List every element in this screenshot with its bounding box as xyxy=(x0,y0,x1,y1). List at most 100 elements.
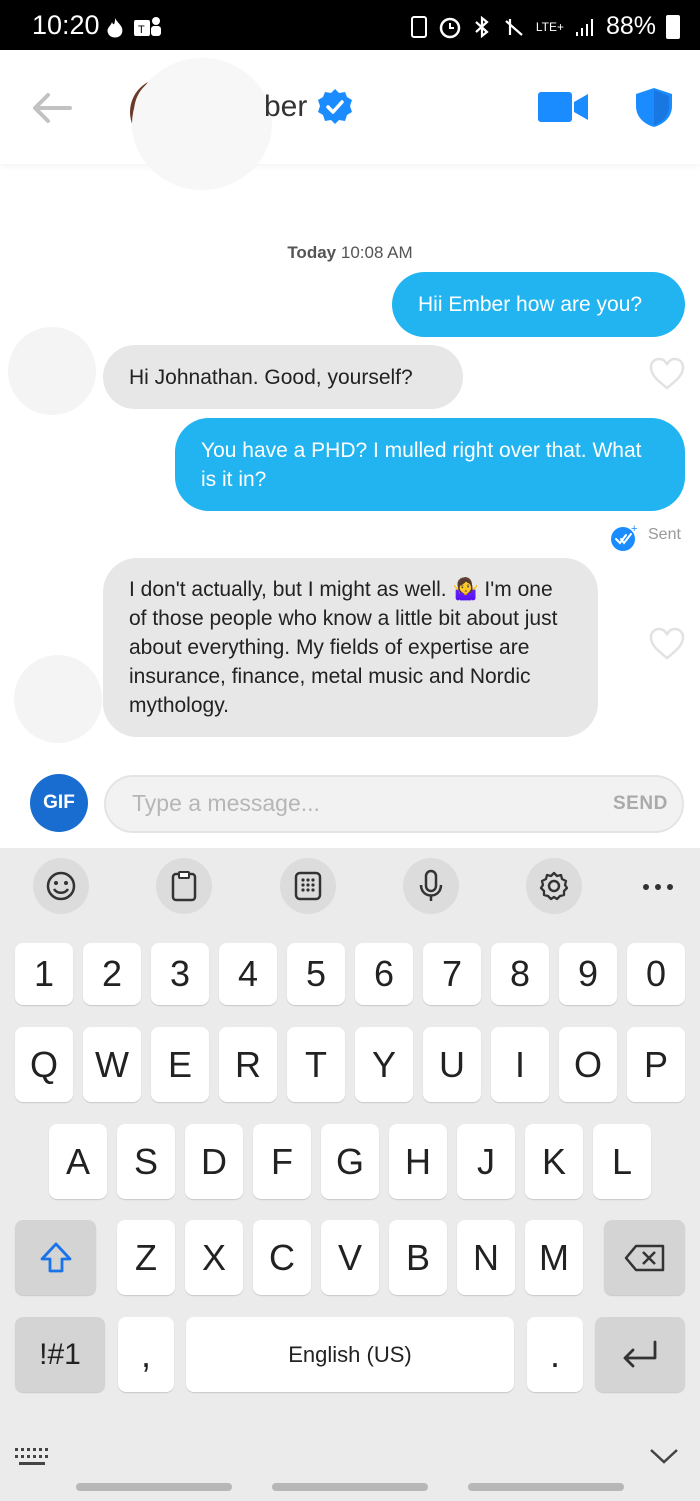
message-text: Hii Ember how are you? xyxy=(418,293,643,316)
timestamp-date: Today xyxy=(287,243,337,262)
verified-badge-icon xyxy=(318,89,352,124)
like-heart-icon[interactable] xyxy=(649,357,685,391)
signal-icon xyxy=(575,18,593,36)
gif-button[interactable]: GIF xyxy=(30,774,88,832)
message-placeholder: Type a message... xyxy=(132,790,320,816)
recycle-icon xyxy=(410,15,427,38)
nav-bar-segment xyxy=(468,1483,624,1491)
svg-text:T: T xyxy=(138,24,145,36)
period-key[interactable]: . xyxy=(527,1317,583,1392)
letter-key-b[interactable]: B xyxy=(389,1220,447,1295)
avatar[interactable] xyxy=(132,58,272,190)
letter-key-u[interactable]: U xyxy=(423,1027,481,1102)
letter-key-x[interactable]: X xyxy=(185,1220,243,1295)
teams-icon: T xyxy=(134,17,161,36)
keypad-icon xyxy=(294,871,322,901)
number-key-6[interactable]: 6 xyxy=(355,943,413,1005)
status-bar: 10:20 T LTE+ 88% xyxy=(0,0,700,50)
letter-key-o[interactable]: O xyxy=(559,1027,617,1102)
keyboard-settings-button[interactable] xyxy=(526,858,582,914)
symbols-key[interactable]: !#1 xyxy=(15,1317,105,1392)
battery-percent: 88% xyxy=(605,12,656,40)
timestamp-time: 10:08 AM xyxy=(340,243,413,262)
backspace-icon xyxy=(624,1244,664,1271)
keypad-button[interactable] xyxy=(280,858,336,914)
letter-key-m[interactable]: M xyxy=(525,1220,583,1295)
video-call-icon[interactable] xyxy=(538,90,590,124)
letter-key-f[interactable]: F xyxy=(253,1124,311,1199)
network-type: LTE+ xyxy=(535,19,564,34)
letter-key-a[interactable]: A xyxy=(49,1124,107,1199)
letter-key-t[interactable]: T xyxy=(287,1027,345,1102)
space-bar[interactable]: English (US) xyxy=(186,1317,514,1392)
message-text: You have a PHD? I mulled right over that… xyxy=(201,438,642,491)
sent-check-icon: + xyxy=(611,524,637,551)
back-arrow-icon[interactable] xyxy=(30,90,74,126)
letter-key-p[interactable]: P xyxy=(627,1027,685,1102)
message-outgoing[interactable]: You have a PHD? I mulled right over that… xyxy=(175,418,685,511)
enter-icon xyxy=(623,1340,657,1367)
letter-key-s[interactable]: S xyxy=(117,1124,175,1199)
number-key-7[interactable]: 7 xyxy=(423,943,481,1005)
sent-status: Sent xyxy=(648,526,681,543)
number-key-1[interactable]: 1 xyxy=(15,943,73,1005)
letter-key-n[interactable]: N xyxy=(457,1220,515,1295)
battery-icon xyxy=(666,14,680,39)
letter-key-d[interactable]: D xyxy=(185,1124,243,1199)
number-key-3[interactable]: 3 xyxy=(151,943,209,1005)
sender-avatar[interactable] xyxy=(14,655,102,743)
letter-key-g[interactable]: G xyxy=(321,1124,379,1199)
status-time: 10:20 xyxy=(32,10,100,40)
more-icon xyxy=(643,884,673,890)
letter-key-z[interactable]: Z xyxy=(117,1220,175,1295)
number-key-2[interactable]: 2 xyxy=(83,943,141,1005)
letter-key-l[interactable]: L xyxy=(593,1124,651,1199)
comma-key[interactable]: , xyxy=(118,1317,174,1392)
backspace-key[interactable] xyxy=(604,1220,685,1295)
letter-key-q[interactable]: Q xyxy=(15,1027,73,1102)
send-button[interactable]: SEND xyxy=(613,793,668,815)
settings-icon xyxy=(539,871,569,901)
shift-key[interactable] xyxy=(15,1220,96,1295)
sender-avatar[interactable] xyxy=(8,327,96,415)
number-key-4[interactable]: 4 xyxy=(219,943,277,1005)
vibrate-icon xyxy=(505,18,523,36)
clipboard-button[interactable] xyxy=(156,858,212,914)
enter-key[interactable] xyxy=(595,1317,685,1392)
chat-header: ber xyxy=(0,50,700,190)
letter-key-w[interactable]: W xyxy=(83,1027,141,1102)
message-text: I don't actually, but I might as well. 🤷… xyxy=(129,578,558,717)
message-outgoing[interactable]: Hii Ember how are you? xyxy=(392,272,685,337)
letter-key-j[interactable]: J xyxy=(457,1124,515,1199)
match-name[interactable]: ber xyxy=(264,90,307,124)
letter-key-v[interactable]: V xyxy=(321,1220,379,1295)
number-key-9[interactable]: 9 xyxy=(559,943,617,1005)
letter-key-i[interactable]: I xyxy=(491,1027,549,1102)
shift-arrow-icon xyxy=(40,1242,71,1272)
voice-input-button[interactable] xyxy=(403,858,459,914)
flame-icon xyxy=(107,18,123,38)
more-options-button[interactable] xyxy=(640,872,676,907)
emoji-button[interactable] xyxy=(33,858,89,914)
chevron-down-icon[interactable] xyxy=(648,1446,680,1466)
number-key-0[interactable]: 0 xyxy=(627,943,685,1005)
like-heart-icon[interactable] xyxy=(649,627,685,661)
letter-key-r[interactable]: R xyxy=(219,1027,277,1102)
letter-key-c[interactable]: C xyxy=(253,1220,311,1295)
safety-shield-icon[interactable] xyxy=(634,86,674,128)
message-text: Hi Johnathan. Good, yourself? xyxy=(129,365,413,389)
letter-key-e[interactable]: E xyxy=(151,1027,209,1102)
clipboard-icon xyxy=(171,871,197,902)
message-incoming[interactable]: I don't actually, but I might as well. 🤷… xyxy=(103,558,598,737)
emoji-icon xyxy=(46,871,76,901)
keyboard-hide-icon[interactable] xyxy=(14,1446,50,1468)
letter-key-y[interactable]: Y xyxy=(355,1027,413,1102)
letter-key-k[interactable]: K xyxy=(525,1124,583,1199)
number-key-8[interactable]: 8 xyxy=(491,943,549,1005)
chat-timestamp: Today 10:08 AM xyxy=(0,243,700,263)
alarm-icon xyxy=(439,17,461,38)
letter-key-h[interactable]: H xyxy=(389,1124,447,1199)
message-incoming[interactable]: Hi Johnathan. Good, yourself? xyxy=(103,345,463,409)
number-key-5[interactable]: 5 xyxy=(287,943,345,1005)
microphone-icon xyxy=(419,869,443,901)
